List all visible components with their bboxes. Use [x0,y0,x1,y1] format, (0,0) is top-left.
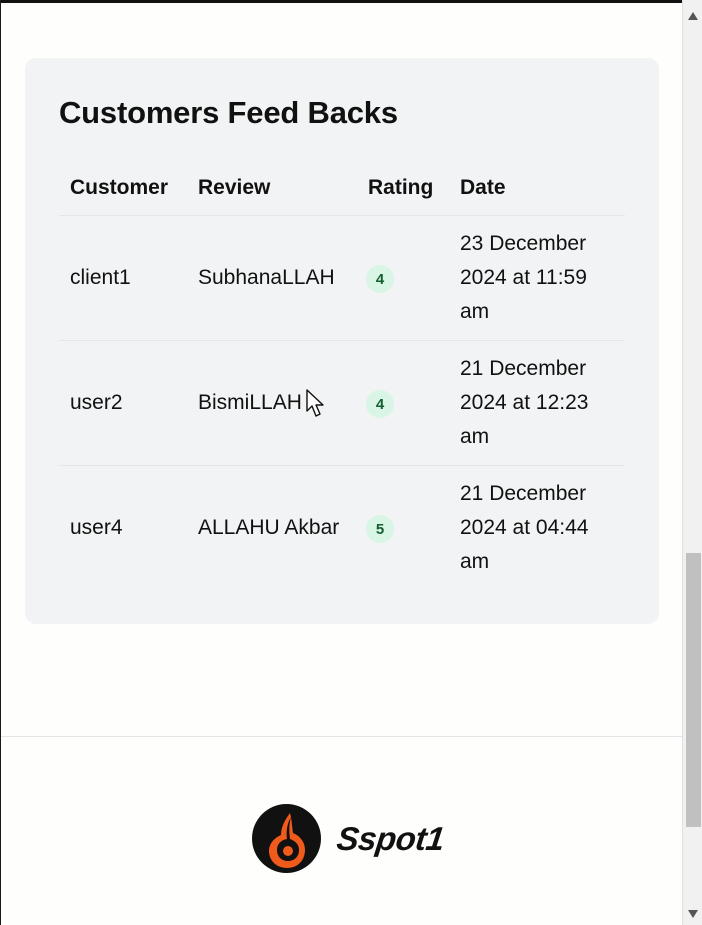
feedback-table: Customer Review Rating Date client1 Subh… [59,161,625,590]
table-row: user4 ALLAHU Akbar 5 21 December 2024 at… [59,465,625,590]
table-row: client1 SubhanaLLAH 4 23 December 2024 a… [59,215,625,341]
footer-divider [1,736,682,737]
top-border [1,0,682,3]
review-cell: ALLAHU Akbar [198,515,340,539]
review-cell: BismiLLAH [187,340,357,466]
rating-cell: 5 [357,465,449,590]
date-cell: 21 December 2024 at 04:44 am [460,481,589,573]
table-header-row: Customer Review Rating Date [59,161,625,216]
customer-cell: client1 [59,215,187,341]
sspot1-logo[interactable]: Sspot1 [252,804,447,873]
vertical-scrollbar[interactable] [682,0,702,925]
scroll-up-arrow-icon[interactable] [683,6,702,26]
rating-cell: 4 [357,340,449,466]
customer-cell: user4 [70,515,123,539]
review-cell: SubhanaLLAH [187,215,357,341]
customer-feedback-card: Customers Feed Backs Customer Review Rat… [25,58,659,624]
feedback-table-header: Customer Review Rating Date [59,161,625,216]
rating-badge: 4 [366,390,394,418]
customer-cell: user2 [59,340,187,466]
rating-badge: 5 [366,515,394,544]
feedback-title: Customers Feed Backs [59,95,398,130]
customer-column-header: Customer [59,161,187,216]
rating-column-header: Rating [357,161,449,216]
review-column-header: Review [187,161,357,216]
page-viewport: Customers Feed Backs Customer Review Rat… [0,0,682,925]
date-cell: 23 December 2024 at 11:59 am [449,215,625,341]
rating-cell: 4 [357,215,449,341]
date-column-header: Date [449,161,625,216]
rating-badge: 4 [366,265,394,293]
scroll-down-arrow-icon[interactable] [683,904,702,924]
table-row: user2 BismiLLAH 4 21 December 2024 at 12… [59,340,625,466]
brand-name: Sspot1 [334,820,447,857]
scrollbar-thumb[interactable] [686,553,701,827]
date-cell: 21 December 2024 at 12:23 am [449,340,625,466]
feedback-table-body: client1 SubhanaLLAH 4 23 December 2024 a… [59,215,625,590]
orange-drop-icon [252,804,321,873]
